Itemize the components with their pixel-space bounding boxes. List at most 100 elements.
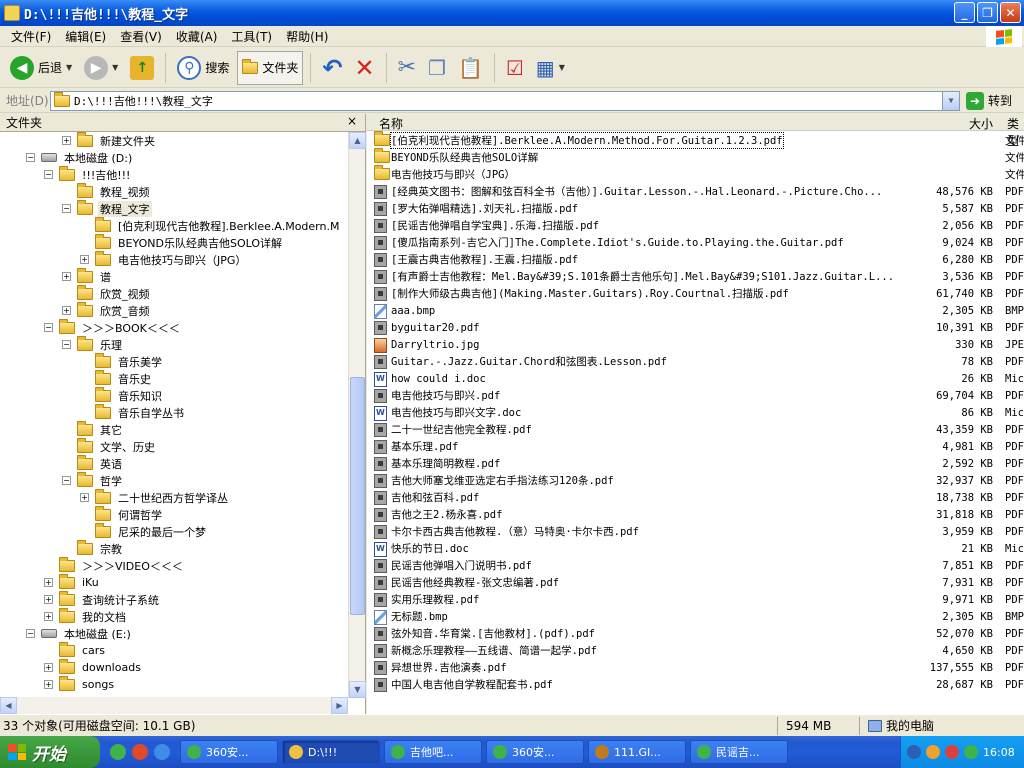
file-row[interactable]: 中国人电吉他自学教程配套书.pdf 28,687 KB PDF xyxy=(367,676,1024,693)
expand-icon[interactable]: + xyxy=(62,306,71,315)
tree-item[interactable]: + downloads xyxy=(0,658,348,676)
expand-icon[interactable]: + xyxy=(62,272,71,281)
tree-item[interactable]: + 查询统计子系统 xyxy=(0,590,348,608)
collapse-icon[interactable]: − xyxy=(26,629,35,638)
collapse-icon[interactable]: − xyxy=(62,204,71,213)
tree-item[interactable]: 宗教 xyxy=(0,539,348,557)
tree-item[interactable]: − ＞＞＞BOOK＜＜＜ xyxy=(0,318,348,336)
app-icon[interactable] xyxy=(132,744,148,760)
tree-item[interactable]: 其它 xyxy=(0,420,348,438)
scroll-left-icon[interactable]: ◀ xyxy=(0,697,17,714)
file-row[interactable]: byguitar20.pdf 10,391 KB PDF xyxy=(367,319,1024,336)
minimize-button[interactable]: _ xyxy=(954,2,975,23)
tree-item[interactable]: + 二十世纪西方哲学译丛 xyxy=(0,488,348,506)
address-input[interactable]: D:\!!!吉他!!!\教程_文字 ▼ xyxy=(50,90,960,111)
tree-item[interactable]: 音乐自学丛书 xyxy=(0,403,348,421)
file-row[interactable]: 吉他大师塞戈维亚选定右手指法练习120条.pdf 32,937 KB PDF xyxy=(367,472,1024,489)
file-row[interactable]: 快乐的节日.doc 21 KB Mic xyxy=(367,540,1024,557)
tree-item[interactable]: + 电吉他技巧与即兴（JPG） xyxy=(0,250,348,268)
expand-icon[interactable]: + xyxy=(80,493,89,502)
browser-icon[interactable] xyxy=(154,744,170,760)
tree-item[interactable]: + 我的文档 xyxy=(0,607,348,625)
scroll-up-icon[interactable]: ▲ xyxy=(349,132,366,149)
antivirus-icon[interactable] xyxy=(945,745,959,759)
file-row[interactable]: 实用乐理教程.pdf 9,971 KB PDF xyxy=(367,591,1024,608)
menu-file[interactable]: 文件(F) xyxy=(4,28,58,45)
file-row[interactable]: 卡尔卡西古典吉他教程.（意）马特奥·卡尔卡西.pdf 3,959 KB PDF xyxy=(367,523,1024,540)
chevron-down-icon[interactable]: ▼ xyxy=(942,91,959,110)
tree-item[interactable]: ＞＞＞VIDEO＜＜＜ xyxy=(0,556,348,574)
tree-item[interactable]: 何谓哲学 xyxy=(0,505,348,523)
restore-button[interactable]: ❐ xyxy=(977,2,998,23)
tree-item[interactable]: + iKu xyxy=(0,573,348,591)
file-row[interactable]: Darryltrio.jpg 330 KB JPE xyxy=(367,336,1024,353)
tree-item[interactable]: + songs xyxy=(0,675,348,693)
file-row[interactable]: 基本乐理.pdf 4,981 KB PDF xyxy=(367,438,1024,455)
file-row[interactable]: [王震古典吉他教程].王震.扫描版.pdf 6,280 KB PDF xyxy=(367,251,1024,268)
file-row[interactable]: 民谣吉他弹唱入门说明书.pdf 7,851 KB PDF xyxy=(367,557,1024,574)
tree-item[interactable]: − !!!吉他!!! xyxy=(0,165,348,183)
expand-icon[interactable]: + xyxy=(44,578,53,587)
file-row[interactable]: [经典英文图书：图解和弦百科全书（吉他）].Guitar.Lesson.-.Ha… xyxy=(367,183,1024,200)
column-size[interactable]: 大小 xyxy=(969,115,993,132)
file-row[interactable]: [罗大佑弹唱精选].刘天礼.扫描版.pdf 5,587 KB PDF xyxy=(367,200,1024,217)
file-row[interactable]: aaa.bmp 2,305 KB BMP xyxy=(367,302,1024,319)
file-row[interactable]: 新概念乐理教程——五线谱、简谱一起学.pdf 4,650 KB PDF xyxy=(367,642,1024,659)
scroll-down-icon[interactable]: ▼ xyxy=(349,681,366,698)
expand-icon[interactable]: + xyxy=(44,680,53,689)
forward-button[interactable]: ▶ ▼ xyxy=(80,51,122,85)
tree-item[interactable]: 欣赏_视频 xyxy=(0,284,348,302)
tree-item[interactable]: 音乐美学 xyxy=(0,352,348,370)
tree-item[interactable]: + 谱 xyxy=(0,267,348,285)
taskbar-button[interactable]: 111.GI... xyxy=(588,740,686,764)
taskbar-button[interactable]: 民谣吉... xyxy=(690,740,788,764)
close-icon[interactable]: × xyxy=(347,114,357,128)
tree-item[interactable]: 音乐史 xyxy=(0,369,348,387)
file-row[interactable]: 二十一世纪吉他完全教程.pdf 43,359 KB PDF xyxy=(367,421,1024,438)
menu-tools[interactable]: 工具(T) xyxy=(224,28,279,45)
file-row[interactable]: 吉他和弦百科.pdf 18,738 KB PDF xyxy=(367,489,1024,506)
start-button[interactable]: 开始 xyxy=(0,736,100,768)
tree-item[interactable]: − 本地磁盘 (D:) xyxy=(0,149,348,166)
undo-button[interactable]: ↶ xyxy=(318,51,346,85)
file-row[interactable]: 弦外知音.华育棠.[吉他教材].(pdf).pdf 52,070 KB PDF xyxy=(367,625,1024,642)
column-name[interactable]: 名称 xyxy=(379,115,403,132)
close-button[interactable]: ✕ xyxy=(1000,2,1021,23)
file-row[interactable]: [制作大师级古典吉他](Making.Master.Guitars).Roy.C… xyxy=(367,285,1024,302)
tree-item[interactable]: − 乐理 xyxy=(0,335,348,353)
360-icon[interactable] xyxy=(110,744,126,760)
file-row[interactable]: [傻瓜指南系列-吉它入门]The.Complete.Idiot's.Guide.… xyxy=(367,234,1024,251)
network-icon[interactable] xyxy=(926,745,940,759)
file-row[interactable]: 异想世界.吉他演奏.pdf 137,555 KB PDF xyxy=(367,659,1024,676)
paste-button[interactable]: 📋 xyxy=(454,51,487,85)
up-folder-button[interactable]: ↑ xyxy=(126,51,158,85)
tree-item[interactable]: + 欣赏_音频 xyxy=(0,301,348,319)
file-row[interactable]: how could i.doc 26 KB Mic xyxy=(367,370,1024,387)
menu-edit[interactable]: 编辑(E) xyxy=(58,28,113,45)
scroll-thumb[interactable] xyxy=(350,377,365,615)
menu-help[interactable]: 帮助(H) xyxy=(279,28,335,45)
tree-item[interactable]: [伯克利现代吉他教程].Berklee.A.Modern.M xyxy=(0,216,348,234)
tree-item[interactable]: BEYOND乐队经典吉他SOLO详解 xyxy=(0,233,348,251)
collapse-icon[interactable]: − xyxy=(26,153,35,162)
file-row[interactable]: BEYOND乐队经典吉他SOLO详解 文件 xyxy=(367,148,1024,166)
file-row[interactable]: [有声爵士吉他教程：Mel.Bay&#39;S.101条爵士吉他乐句].Mel.… xyxy=(367,268,1024,285)
scroll-right-icon[interactable]: ▶ xyxy=(331,697,348,714)
properties-button[interactable]: ☑ xyxy=(502,51,528,85)
tree-item[interactable]: − 本地磁盘 (E:) xyxy=(0,625,348,642)
tree-item[interactable]: 教程_视频 xyxy=(0,182,348,200)
back-button[interactable]: ◀ 后退 ▼ xyxy=(6,51,76,85)
file-row[interactable]: 民谣吉他经典教程-张文忠编著.pdf 7,931 KB PDF xyxy=(367,574,1024,591)
title-bar[interactable]: D:\!!!吉他!!!\教程_文字 _ ❐ ✕ xyxy=(0,0,1024,26)
tree-item[interactable]: 英语 xyxy=(0,454,348,472)
file-row[interactable]: 电吉他技巧与即兴（JPG） 文件 xyxy=(367,165,1024,183)
expand-icon[interactable]: + xyxy=(44,595,53,604)
collapse-icon[interactable]: − xyxy=(44,323,53,332)
file-row[interactable]: Guitar.-.Jazz.Guitar.Chord和弦图表.Lesson.pd… xyxy=(367,353,1024,370)
tree-item[interactable]: + 新建文件夹 xyxy=(0,132,348,149)
collapse-icon[interactable]: − xyxy=(62,476,71,485)
file-row[interactable]: [民谣吉他弹唱自学宝典].乐海.扫描版.pdf 2,056 KB PDF xyxy=(367,217,1024,234)
menu-favorites[interactable]: 收藏(A) xyxy=(169,28,225,45)
taskbar-button[interactable]: 吉他吧... xyxy=(384,740,482,764)
shield-icon[interactable] xyxy=(964,745,978,759)
